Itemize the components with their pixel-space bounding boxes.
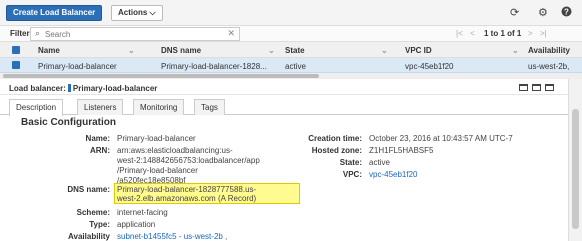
table-header: Name ⌄ DNS name ⌄ State ⌄ VPC ID ⌄ Avail… [0,42,582,58]
sort-icon[interactable]: ⌄ [128,46,135,55]
arn-line-1: arn:aws:elasticloadbalancing:us- [117,146,233,155]
creation-time-label: Creation time: [308,134,362,143]
arn-label: ARN: [90,146,110,155]
column-header-dns[interactable]: DNS name [161,46,201,55]
prev-page-button[interactable]: < [470,29,475,38]
name-label: Name: [85,134,110,143]
refresh-icon[interactable]: ⟳ [510,6,519,20]
select-all-checkbox[interactable] [12,46,20,54]
search-input[interactable] [45,29,225,39]
availability-label: Availability [68,232,110,241]
gear-icon[interactable]: ⚙ [538,6,548,20]
tab-monitoring[interactable]: Monitoring [133,99,185,115]
tab-tags[interactable]: Tags [194,99,225,115]
hosted-zone-label: Hosted zone: [311,146,362,155]
panel-layout-icons [515,84,554,93]
sort-icon[interactable]: ⌄ [268,46,275,55]
availability-value[interactable]: subnet-b1455fc5 - us-west-2b , [117,232,227,241]
create-load-balancer-button[interactable]: Create Load Balancer [6,5,103,21]
page-range: 1 to 1 of 1 [484,29,522,38]
sort-icon[interactable]: ⌄ [512,46,519,55]
cell-vpc: vpc-45eb1f20 [405,62,454,71]
panel-layout-icon[interactable] [519,84,528,91]
dns-name-label: DNS name: [67,185,110,194]
arn-line-2: west-2:148842656753:loadbalancer/app [117,156,260,165]
creation-time-value: October 23, 2016 at 10:43:57 AM UTC-7 [369,134,513,143]
help-icon[interactable]: ? [561,6,572,21]
next-page-button[interactable]: > [528,29,533,38]
row-checkbox[interactable] [12,61,20,69]
toolbar: Create Load Balancer Actions ⌵ ⟳ ⚙ ? [0,0,582,26]
column-header-availability[interactable]: Availability [528,46,570,55]
scheme-label: Scheme: [76,208,110,217]
vertical-scrollbar[interactable] [568,79,582,241]
scroll-thumb[interactable] [572,109,579,229]
scheme-value: internet-facing [117,208,168,217]
svg-text:?: ? [564,7,569,16]
sort-icon[interactable]: ⌄ [381,46,388,55]
vpc-link[interactable]: vpc-45eb1f20 [369,170,417,180]
cell-name: Primary-load-balancer [38,62,117,71]
state-label: State: [339,158,362,167]
section-title: Basic Configuration [21,117,117,128]
clear-search-icon[interactable]: ✕ [227,28,235,39]
detail-title: Load balancer: Primary-load-balancer [9,84,158,93]
column-header-state[interactable]: State [285,46,305,55]
name-value: Primary-load-balancer [117,134,196,143]
arn-line-3: /Primary-load-balancer [117,166,198,175]
last-page-button[interactable]: >| [540,29,547,38]
first-page-button[interactable]: |< [456,29,463,38]
dns-line-2: west-2.elb.amazonaws.com (A Record) [117,194,257,203]
panel-layout-icon[interactable] [545,84,554,91]
actions-dropdown-button[interactable]: Actions ⌵ [111,5,163,21]
scroll-thumb[interactable] [3,74,319,78]
search-box[interactable]: ⌕ ✕ [30,27,240,41]
cell-state: active [285,62,306,71]
column-header-name[interactable]: Name [38,46,60,55]
tab-listeners[interactable]: Listeners [77,99,124,115]
cell-availability: us-west-2b, [528,62,570,71]
filter-label: Filter: [10,29,33,38]
panel-layout-icon[interactable] [532,84,541,91]
tab-description[interactable]: Description [9,99,64,116]
hosted-zone-value: Z1H1FL5HABSF5 [369,146,434,155]
vpc-label: VPC: [342,170,362,179]
column-header-vpc[interactable]: VPC ID [405,46,432,55]
table-row[interactable]: Primary-load-balancer Primary-load-balan… [0,58,582,73]
detail-tabs: Description Listeners Monitoring Tags [0,95,568,116]
type-value: application [117,220,156,229]
type-label: Type: [89,220,110,229]
search-icon: ⌕ [35,28,41,38]
state-value: active [369,158,390,167]
filter-bar: Filter: ⌕ ✕ |< < 1 to 1 of 1 > >| [0,26,582,42]
cell-dns: Primary-load-balancer-1828... [161,62,267,71]
detail-header: Load balancer: Primary-load-balancer [0,79,582,95]
